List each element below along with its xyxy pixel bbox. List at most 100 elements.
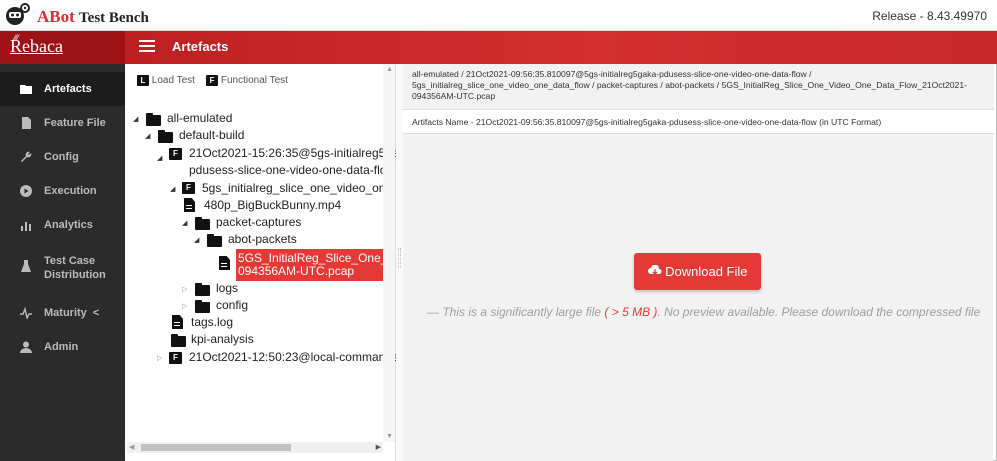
functional-folder-icon: F — [169, 352, 182, 364]
scroll-left-arrow-icon[interactable]: ◀ — [129, 443, 134, 451]
load-test-label: Load Test — [151, 75, 195, 87]
tree-filters: L Load Test F Functional Test — [137, 75, 288, 86]
folder-icon — [195, 283, 210, 296]
wrench-icon — [21, 151, 32, 162]
tree-node-label-line2: pdusess-slice-one-video-one-data-flow — [189, 163, 396, 177]
folder-icon — [207, 234, 222, 247]
sidebar-item-analytics[interactable]: Analytics — [0, 208, 125, 242]
expand-down-icon[interactable]: ◢ — [194, 236, 199, 244]
page-title: Artefacts — [172, 39, 229, 54]
tree-node-pcap-file[interactable]: 5GS_InitialReg_Slice_One_Video 094356AM-… — [217, 249, 383, 281]
user-icon — [20, 341, 32, 353]
tree-node-default-build[interactable]: ◢ default-build — [145, 128, 245, 143]
tree-node-abot-packets[interactable]: ◢ abot-packets — [194, 232, 297, 247]
tree-horizontal-scrollbar[interactable]: ◀ ▶ — [127, 442, 383, 453]
tree-node-label: tags.log — [191, 315, 234, 329]
expand-down-icon[interactable]: ◢ — [157, 150, 162, 167]
sidebar-item-artefacts[interactable]: Artefacts — [0, 72, 125, 106]
folder-icon — [171, 334, 186, 347]
flask-icon — [21, 260, 31, 272]
notice-suffix: . No preview available. Please download … — [657, 305, 981, 319]
tree-node-all-emulated[interactable]: ◢ all-emulated — [133, 111, 232, 126]
tree-node-label: default-build — [179, 128, 245, 142]
folder-icon — [195, 300, 210, 313]
folder-icon — [158, 130, 173, 143]
tree-node-480p-bigbuckbunny[interactable]: 480p_BigBuckBunny.mp4 — [182, 198, 341, 212]
play-icon — [20, 185, 32, 197]
functional-test-badge: F — [206, 75, 219, 86]
splitter-grip-icon[interactable] — [398, 248, 401, 268]
tree-node-kpi-analysis[interactable]: kpi-analysis — [170, 332, 254, 347]
tree-node-label: config — [216, 298, 249, 312]
tree-node-label: kpi-analysis — [191, 332, 254, 346]
sidebar: Artefacts Feature File Config Execution … — [0, 64, 125, 461]
sidebar-item-label: Config — [44, 151, 79, 163]
notice-prefix: — This is a significantly large file — [427, 305, 605, 319]
scroll-down-arrow-icon[interactable]: ▼ — [386, 433, 393, 440]
file-icon — [172, 315, 183, 329]
expand-down-icon[interactable]: ◢ — [182, 219, 187, 227]
tree-node-label-line1: 21Oct2021-15:26:35@5gs-initialreg5gaka- — [189, 146, 416, 160]
artifacts-name: Artifacts Name - 21Oct2021-09:56:35.8100… — [403, 110, 994, 134]
tree-node-packet-captures[interactable]: ◢ packet-captures — [182, 215, 302, 230]
scroll-right-arrow-icon[interactable]: ▶ — [376, 443, 381, 451]
tree-node-run-21oct2021-125023[interactable]: ▷ F 21Oct2021-12:50:23@local-commands — [157, 350, 398, 364]
notice-size: ( > 5 MB ) — [604, 305, 658, 319]
sidebar-item-admin[interactable]: Admin — [0, 330, 125, 364]
sidebar-item-label: Artefacts — [44, 83, 92, 95]
expand-down-icon[interactable]: ◢ — [170, 185, 175, 193]
download-file-label: Download File — [665, 264, 748, 279]
brand-logo[interactable]: Rebaca — [10, 36, 63, 57]
tree-node-label-selected: 5GS_InitialReg_Slice_One_Video 094356AM-… — [236, 249, 383, 281]
sidebar-item-label: Admin — [44, 341, 79, 353]
file-icon — [22, 117, 31, 129]
hamburger-menu-icon[interactable] — [139, 40, 155, 53]
tree-node-label: abot-packets — [228, 232, 297, 246]
tree-node-5gs-initialreg[interactable]: ◢ F 5gs_initialreg_slice_one_video_one_d… — [170, 181, 383, 195]
large-file-notice: — This is a significantly large file ( >… — [427, 305, 980, 319]
release-version: Release - 8.43.49970 — [872, 9, 987, 23]
sidebar-item-config[interactable]: Config — [0, 140, 125, 174]
load-test-filter[interactable]: L Load Test — [137, 75, 195, 86]
artefact-path: all-emulated / 21Oct2021-09:56:35.810097… — [403, 64, 994, 110]
expand-right-icon[interactable]: ▷ — [182, 285, 187, 293]
app-title-rest: Test Bench — [79, 10, 149, 26]
path-line-3: 094356AM-UTC.pcap — [412, 91, 496, 101]
sidebar-item-label: Test Case Distribution — [44, 254, 106, 282]
tree-node-label: 5gs_initialreg_slice_one_video_one_data — [202, 181, 383, 195]
sidebar-item-feature-file[interactable]: Feature File — [0, 106, 125, 140]
tree-node-label: logs — [216, 281, 239, 295]
sidebar-item-execution[interactable]: Execution — [0, 174, 125, 208]
functional-folder-icon: F — [182, 182, 195, 194]
folder-icon — [20, 85, 32, 94]
tree-node-label: packet-captures — [216, 215, 302, 229]
path-line-1: all-emulated / 21Oct2021-09:56:35.810097… — [412, 69, 812, 79]
app-title-main: ABot — [37, 7, 75, 26]
sidebar-item-label-line2: Distribution — [44, 269, 106, 281]
expand-down-icon[interactable]: ◢ — [133, 115, 138, 123]
top-bar: ABot Test Bench Release - 8.43.49970 — [0, 0, 997, 31]
download-file-button[interactable]: Download File — [634, 253, 761, 290]
tree-node-label-line2: 094356AM-UTC.pcap — [238, 264, 355, 278]
tree-node-tags-log[interactable]: tags.log — [170, 315, 233, 329]
scroll-up-arrow-icon[interactable]: ▲ — [386, 66, 393, 73]
tree-node-config[interactable]: ▷ config — [182, 298, 249, 313]
bar-chart-icon — [21, 222, 31, 231]
tree-node-logs[interactable]: ▷ logs — [182, 281, 239, 296]
tree-node-label: 21Oct2021-15:26:35@5gs-initialreg5gaka- … — [189, 145, 415, 179]
pulse-icon — [20, 307, 32, 319]
app-title: ABot Test Bench — [37, 7, 149, 27]
expand-down-icon[interactable]: ◢ — [145, 132, 150, 140]
tree-node-run-21oct2021-152635[interactable]: ◢ F 21Oct2021-15:26:35@5gs-initialreg5ga… — [157, 145, 415, 179]
tree-node-label: 480p_BigBuckBunny.mp4 — [204, 198, 342, 212]
expand-right-icon[interactable]: ▷ — [157, 354, 162, 362]
sidebar-item-test-case-distribution[interactable]: Test Case Distribution — [0, 244, 125, 288]
tree-vertical-scrollbar[interactable]: ▲ ▼ — [383, 64, 395, 442]
expand-right-icon[interactable]: ▷ — [182, 302, 187, 310]
cloud-download-icon — [647, 264, 661, 275]
folder-icon — [195, 217, 210, 230]
sidebar-item-maturity[interactable]: Maturity < — [0, 296, 125, 330]
functional-test-filter[interactable]: F Functional Test — [206, 75, 288, 86]
scroll-thumb[interactable] — [141, 444, 291, 451]
sidebar-item-label: Feature File — [44, 117, 106, 129]
